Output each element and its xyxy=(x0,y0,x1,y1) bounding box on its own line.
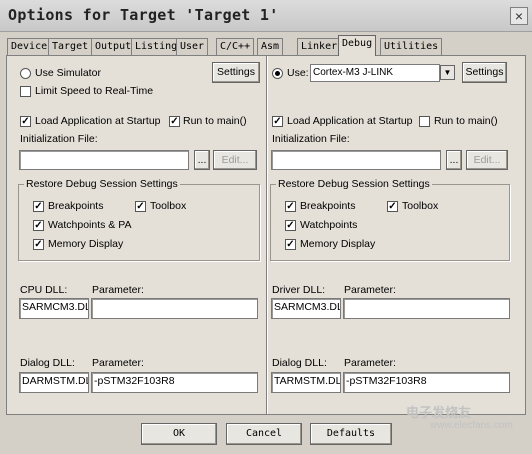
right-memory-display-checkbox[interactable]: ✓ xyxy=(285,239,296,250)
watchpoints-checkbox[interactable]: ✓ xyxy=(33,220,44,231)
right-load-app-label: Load Application at Startup xyxy=(287,115,413,127)
breakpoints-label: Breakpoints xyxy=(48,200,104,212)
debugger-settings-button[interactable]: Settings xyxy=(462,62,507,83)
limit-speed-label: Limit Speed to Real-Time xyxy=(35,85,154,97)
right-breakpoints-label: Breakpoints xyxy=(300,200,356,212)
ok-button[interactable]: OK xyxy=(141,423,217,445)
tab-asm[interactable]: Asm xyxy=(257,38,284,55)
toolbox-label: Toolbox xyxy=(150,200,187,212)
right-watchpoints-checkbox[interactable]: ✓ xyxy=(285,220,296,231)
init-file-browse-button[interactable]: ... xyxy=(194,150,210,170)
tab-linker[interactable]: Linker xyxy=(297,38,342,55)
watermark-text: 电子发烧友 xyxy=(406,405,472,420)
defaults-button[interactable]: Defaults xyxy=(310,423,392,445)
memory-display-checkbox[interactable]: ✓ xyxy=(33,239,44,250)
right-memory-display-label: Memory Display xyxy=(300,238,376,250)
right-breakpoints-checkbox[interactable]: ✓ xyxy=(285,201,296,212)
debugger-select[interactable]: Cortex-M3 J-LINK xyxy=(310,64,440,82)
breakpoints-checkbox[interactable]: ✓ xyxy=(33,201,44,212)
chevron-down-icon[interactable]: ▼ xyxy=(440,65,455,80)
right-toolbox-label: Toolbox xyxy=(402,200,439,212)
right-init-file-label: Initialization File: xyxy=(272,133,350,145)
close-button[interactable]: × xyxy=(510,7,528,25)
dialog-parameter-input[interactable]: -pSTM32F103R8 xyxy=(91,372,258,393)
init-file-label: Initialization File: xyxy=(20,133,98,145)
window-title: Options for Target 'Target 1' xyxy=(8,6,279,24)
toolbox-checkbox[interactable]: ✓ xyxy=(135,201,146,212)
driver-dll-input[interactable]: SARMCM3.DLL xyxy=(271,298,341,319)
right-load-app-checkbox[interactable]: ✓ xyxy=(272,116,283,127)
init-file-input[interactable] xyxy=(19,150,189,170)
driver-dll-label: Driver DLL: xyxy=(272,284,326,296)
use-label: Use: xyxy=(287,67,309,79)
right-toolbox-checkbox[interactable]: ✓ xyxy=(387,201,398,212)
load-app-label: Load Application at Startup xyxy=(35,115,161,127)
memory-display-label: Memory Display xyxy=(48,238,124,250)
driver-parameter-label: Parameter: xyxy=(344,284,396,296)
right-init-file-input[interactable] xyxy=(271,150,441,170)
watchpoints-label: Watchpoints & PA xyxy=(48,219,132,231)
use-debugger-radio[interactable] xyxy=(272,68,283,79)
tab-utilities[interactable]: Utilities xyxy=(380,38,443,55)
right-run-to-main-checkbox[interactable] xyxy=(419,116,430,127)
run-to-main-label: Run to main() xyxy=(183,115,247,127)
tab-target[interactable]: Target xyxy=(48,38,93,55)
tab-output[interactable]: Output xyxy=(91,38,136,55)
watermark-url: www.elecfans.com xyxy=(430,420,513,431)
cpu-parameter-label: Parameter: xyxy=(92,284,144,296)
cpu-dll-input[interactable]: SARMCM3.DLL xyxy=(19,298,89,319)
tab-device[interactable]: Device xyxy=(7,38,52,55)
load-app-checkbox[interactable]: ✓ xyxy=(20,116,31,127)
restore-settings-title: Restore Debug Session Settings xyxy=(24,178,180,190)
simulator-settings-button[interactable]: Settings xyxy=(212,62,260,83)
right-init-file-browse-button[interactable]: ... xyxy=(446,150,462,170)
dialog-parameter-label: Parameter: xyxy=(92,357,144,369)
driver-parameter-input[interactable] xyxy=(343,298,510,319)
tab-user[interactable]: User xyxy=(176,38,209,55)
tab-c-cpp[interactable]: C/C++ xyxy=(216,38,255,55)
dialog-dll-label: Dialog DLL: xyxy=(20,357,75,369)
right-dialog-parameter-label: Parameter: xyxy=(344,357,396,369)
right-dialog-dll-input[interactable]: TARMSTM.DLL xyxy=(271,372,341,393)
tab-listing[interactable]: Listing xyxy=(131,38,182,55)
cpu-dll-label: CPU DLL: xyxy=(20,284,68,296)
right-watchpoints-label: Watchpoints xyxy=(300,219,358,231)
right-dialog-parameter-input[interactable]: -pSTM32F103R8 xyxy=(343,372,510,393)
tab-debug[interactable]: Debug xyxy=(338,35,377,56)
right-restore-settings-title: Restore Debug Session Settings xyxy=(276,178,432,190)
right-run-to-main-label: Run to main() xyxy=(434,115,498,127)
panel-divider xyxy=(266,56,268,414)
right-init-file-edit-button[interactable]: Edit... xyxy=(466,150,508,170)
dialog-dll-input[interactable]: DARMSTM.DLL xyxy=(19,372,89,393)
run-to-main-checkbox[interactable]: ✓ xyxy=(169,116,180,127)
use-simulator-radio[interactable] xyxy=(20,68,31,79)
init-file-edit-button[interactable]: Edit... xyxy=(213,150,257,170)
cpu-parameter-input[interactable] xyxy=(91,298,258,319)
cancel-button[interactable]: Cancel xyxy=(226,423,302,445)
right-dialog-dll-label: Dialog DLL: xyxy=(272,357,327,369)
use-simulator-label: Use Simulator xyxy=(35,67,101,79)
limit-speed-checkbox[interactable] xyxy=(20,86,31,97)
